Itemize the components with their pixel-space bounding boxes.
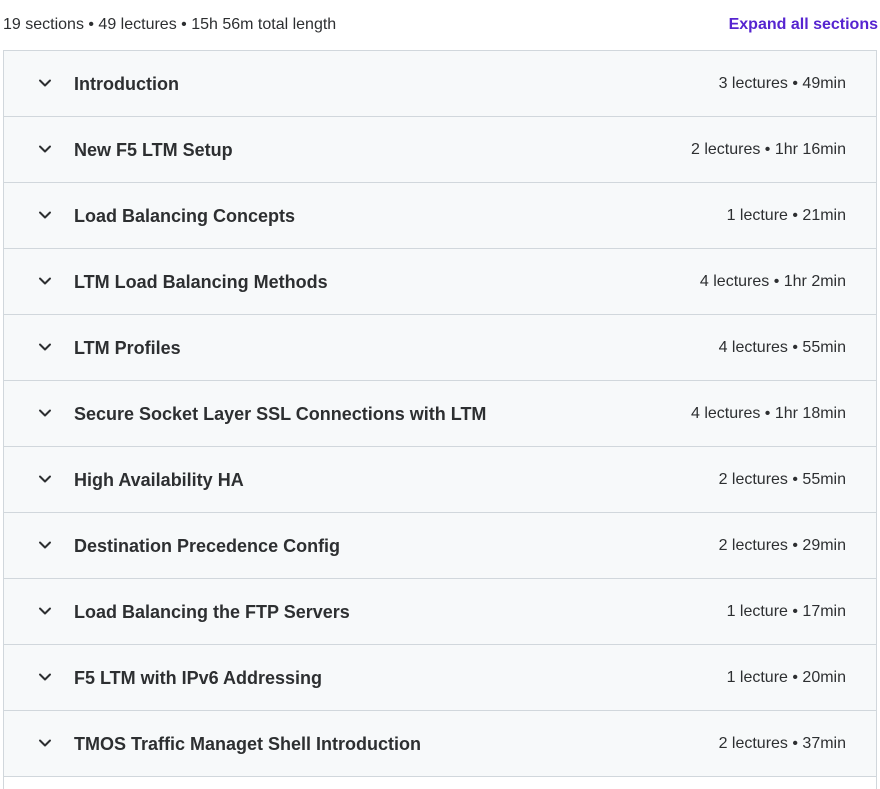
course-summary: 19 sections • 49 lectures • 15h 56m tota… xyxy=(3,16,337,33)
curriculum-section[interactable]: Introduction 3 lectures • 49min xyxy=(4,51,876,117)
section-title: Secure Socket Layer SSL Connections with… xyxy=(74,404,487,424)
section-lecture-meta: 2 lectures • 37min xyxy=(718,735,846,752)
section-lecture-meta: 2 lectures • 55min xyxy=(718,471,846,488)
chevron-down-icon xyxy=(38,538,52,552)
section-title: New F5 LTM Setup xyxy=(74,140,233,160)
section-title: Load Balancing the FTP Servers xyxy=(74,602,350,622)
expand-all-sections-button[interactable]: Expand all sections xyxy=(729,14,878,36)
curriculum-section-list: Introduction 3 lectures • 49min New F5 LTM… xyxy=(3,50,877,789)
section-lecture-meta: 4 lectures • 1hr 2min xyxy=(699,273,846,290)
section-lecture-meta: 1 lecture • 17min xyxy=(726,603,846,620)
curriculum-section[interactable]: High Availability HA 2 lectures • 55min xyxy=(4,447,876,513)
section-lecture-meta: 3 lectures • 49min xyxy=(718,75,846,92)
chevron-down-icon xyxy=(38,142,52,156)
section-title: Introduction xyxy=(74,74,179,94)
section-lecture-meta: 4 lectures • 1hr 18min xyxy=(690,405,846,422)
section-title: LTM Profiles xyxy=(74,338,181,358)
curriculum-section[interactable]: LTM Profiles 4 lectures • 55min xyxy=(4,315,876,381)
curriculum-section[interactable]: Load Balancing the FTP Servers 1 lecture … xyxy=(4,579,876,645)
curriculum-section[interactable]: New F5 LTM Setup 2 lectures • 1hr 16min xyxy=(4,117,876,183)
section-title: TMOS Traffic Managet Shell Introduction xyxy=(74,734,422,754)
curriculum-header: 19 sections • 49 lectures • 15h 56m tota… xyxy=(0,0,880,50)
curriculum-section[interactable]: Secure Socket Layer SSL Connections with… xyxy=(4,381,876,447)
chevron-down-icon xyxy=(38,208,52,222)
chevron-down-icon xyxy=(38,340,52,354)
section-title: LTM Load Balancing Methods xyxy=(74,272,328,292)
chevron-down-icon xyxy=(38,604,52,618)
chevron-down-icon xyxy=(38,670,52,684)
section-title: Load Balancing Concepts xyxy=(74,206,296,226)
chevron-down-icon xyxy=(38,736,52,750)
curriculum-section[interactable]: Destination Precedence Config 2 lectures … xyxy=(4,513,876,579)
curriculum-section[interactable]: F5 LTM with IPv6 Addressing 1 lecture • 2… xyxy=(4,645,876,711)
curriculum-section[interactable]: TMOS Traffic Managet Shell Introduction 2… xyxy=(4,711,876,777)
section-title: Destination Precedence Config xyxy=(74,536,341,556)
curriculum-section[interactable]: Load Balancing Concepts 1 lecture • 21min xyxy=(4,183,876,249)
section-lecture-meta: 4 lectures • 55min xyxy=(718,339,846,356)
chevron-down-icon xyxy=(38,472,52,486)
section-lecture-meta: 2 lectures • 1hr 16min xyxy=(690,141,846,158)
section-lecture-meta: 1 lecture • 21min xyxy=(726,207,846,224)
curriculum-section[interactable]: LTM Load Balancing Methods 4 lectures • 1… xyxy=(4,249,876,315)
chevron-down-icon xyxy=(38,274,52,288)
chevron-down-icon xyxy=(38,406,52,420)
chevron-down-icon xyxy=(38,76,52,90)
section-lecture-meta: 1 lecture • 20min xyxy=(726,669,846,686)
section-title: High Availability HA xyxy=(74,470,244,490)
section-title: F5 LTM with IPv6 Addressing xyxy=(74,668,323,688)
section-lecture-meta: 2 lectures • 29min xyxy=(718,537,846,554)
